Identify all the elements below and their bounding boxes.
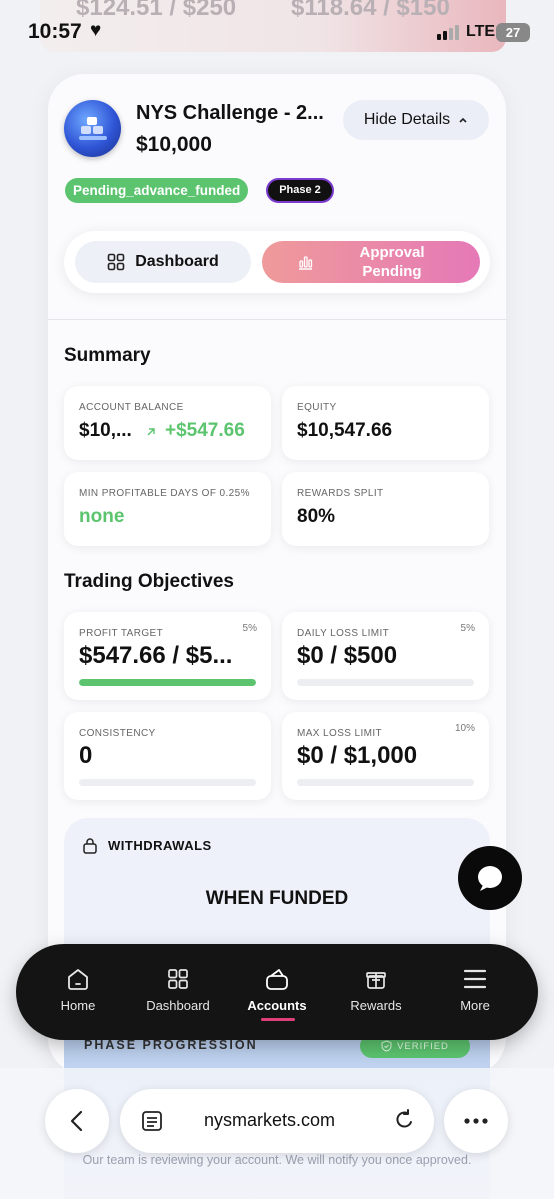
status-bar: 10:57 ♥ LTE 27 — [0, 0, 554, 66]
network-label: LTE — [466, 23, 496, 40]
wallet-icon — [266, 969, 288, 990]
consistency-value: 0 — [79, 742, 93, 769]
nav-label-home: Home — [60, 998, 96, 1013]
withdrawals-heading: WITHDRAWALS — [108, 838, 212, 853]
withdrawals-header: WITHDRAWALS — [82, 837, 212, 854]
max-loss-limit-card: MAX LOSS LIMIT 10% $0 / $1,000 — [282, 712, 489, 800]
verified-label: VERIFIED — [397, 1040, 449, 1052]
profit-target-value: $547.66 / $5... — [79, 642, 233, 669]
rewards-split-card: REWARDS SPLIT 80% — [282, 472, 489, 546]
account-avatar — [64, 100, 121, 157]
arrow-up-right-icon — [147, 428, 155, 436]
summary-heading: Summary — [64, 345, 151, 366]
nav-active-indicator — [261, 1018, 295, 1021]
max-loss-limit-value: $0 / $1,000 — [297, 742, 418, 769]
chart-icon — [299, 256, 313, 270]
lock-icon — [83, 838, 97, 854]
phase-badge: Phase 2 — [266, 178, 334, 203]
min-profitable-days-card: MIN PROFITABLE DAYS OF 0.25% none — [64, 472, 271, 546]
profit-target-pct: 5% — [242, 623, 257, 634]
coins-icon — [79, 117, 107, 140]
min-profitable-days-caption: MIN PROFITABLE DAYS OF 0.25% — [79, 488, 250, 499]
nav-item-home[interactable]: Home — [38, 966, 118, 1013]
hide-details-button[interactable]: Hide Details — [343, 100, 489, 140]
max-loss-limit-pct: 10% — [454, 723, 475, 734]
ellipsis-icon — [464, 1118, 488, 1124]
browser-address-bar[interactable]: nysmarkets.com — [120, 1089, 434, 1153]
daily-loss-limit-pct: 5% — [460, 623, 475, 634]
grid-icon — [168, 969, 188, 989]
rewards-split-caption: REWARDS SPLIT — [297, 488, 384, 499]
withdrawals-status: WHEN FUNDED — [205, 888, 349, 909]
account-balance-change: +$547.66 — [165, 420, 245, 441]
trading-objectives-heading: Trading Objectives — [64, 571, 234, 592]
shield-check-icon — [381, 1040, 392, 1052]
nav-label-dashboard: Dashboard — [146, 998, 210, 1013]
max-loss-limit-progress — [297, 779, 474, 786]
browser-back-button[interactable] — [45, 1089, 109, 1153]
account-balance-caption: ACCOUNT BALANCE — [79, 402, 184, 413]
review-message: Our team is reviewing your account. We w… — [82, 1153, 472, 1167]
consistency-card: CONSISTENCY 0 — [64, 712, 271, 800]
tab-dashboard[interactable]: Dashboard — [75, 241, 251, 283]
rewards-split-value: 80% — [297, 506, 336, 527]
reload-icon[interactable] — [392, 1108, 416, 1134]
browser-url: nysmarkets.com — [204, 1110, 336, 1130]
nav-label-more: More — [460, 998, 490, 1013]
chevron-left-icon — [70, 1110, 83, 1132]
account-balance-value: $10,... — [79, 420, 132, 441]
section-divider — [48, 319, 506, 320]
daily-loss-limit-card: DAILY LOSS LIMIT 5% $0 / $500 — [282, 612, 489, 700]
battery-icon: 27 — [496, 23, 530, 42]
nav-item-accounts[interactable]: Accounts — [237, 966, 317, 1013]
nav-item-rewards[interactable]: Rewards — [336, 966, 416, 1013]
reader-mode-icon[interactable] — [140, 1109, 164, 1133]
phase-progression-label: PHASE PROGRESSION — [84, 1038, 258, 1052]
nav-label-rewards: Rewards — [350, 998, 402, 1013]
account-size: $10,000 — [136, 133, 212, 156]
chat-support-button[interactable] — [458, 846, 522, 910]
tab-approval-label: Approval Pending — [359, 244, 425, 280]
equity-value: $10,547.66 — [297, 420, 393, 441]
min-profitable-days-value: none — [79, 506, 125, 527]
home-icon — [68, 969, 88, 990]
status-badge: Pending_advance_funded — [65, 178, 249, 203]
chat-bubble-icon — [478, 866, 502, 891]
nav-item-more[interactable]: More — [435, 966, 515, 1013]
nav-item-dashboard[interactable]: Dashboard — [138, 966, 218, 1013]
account-balance-card: ACCOUNT BALANCE $10,... +$547.66 — [64, 386, 271, 460]
tab-approval-pending[interactable]: Approval Pending — [262, 241, 480, 283]
gift-icon — [366, 972, 386, 989]
equity-card: EQUITY $10,547.66 — [282, 386, 489, 460]
chevron-up-icon — [459, 117, 467, 123]
status-time: 10:57 — [28, 20, 82, 43]
account-title: NYS Challenge - 2... — [136, 102, 324, 124]
menu-icon — [463, 969, 487, 989]
profit-target-progress — [79, 679, 256, 686]
browser-more-button[interactable] — [444, 1089, 508, 1153]
consistency-progress — [79, 779, 256, 786]
profit-target-card: PROFIT TARGET 5% $547.66 / $5... — [64, 612, 271, 700]
profit-target-caption: PROFIT TARGET — [79, 628, 164, 639]
dashboard-icon — [107, 253, 125, 271]
nav-label-accounts: Accounts — [247, 998, 307, 1013]
equity-caption: EQUITY — [297, 402, 337, 413]
hide-details-label: Hide Details — [363, 111, 451, 128]
bottom-nav: Home Dashboard Accounts Rewards More — [16, 944, 538, 1040]
daily-loss-limit-progress — [297, 679, 474, 686]
signal-icon — [437, 25, 459, 40]
tab-dashboard-label: Dashboard — [135, 253, 219, 270]
daily-loss-limit-value: $0 / $500 — [297, 642, 398, 669]
consistency-caption: CONSISTENCY — [79, 728, 156, 739]
daily-loss-limit-caption: DAILY LOSS LIMIT — [297, 628, 390, 639]
max-loss-limit-caption: MAX LOSS LIMIT — [297, 728, 383, 739]
heart-icon: ♥ — [90, 20, 102, 41]
